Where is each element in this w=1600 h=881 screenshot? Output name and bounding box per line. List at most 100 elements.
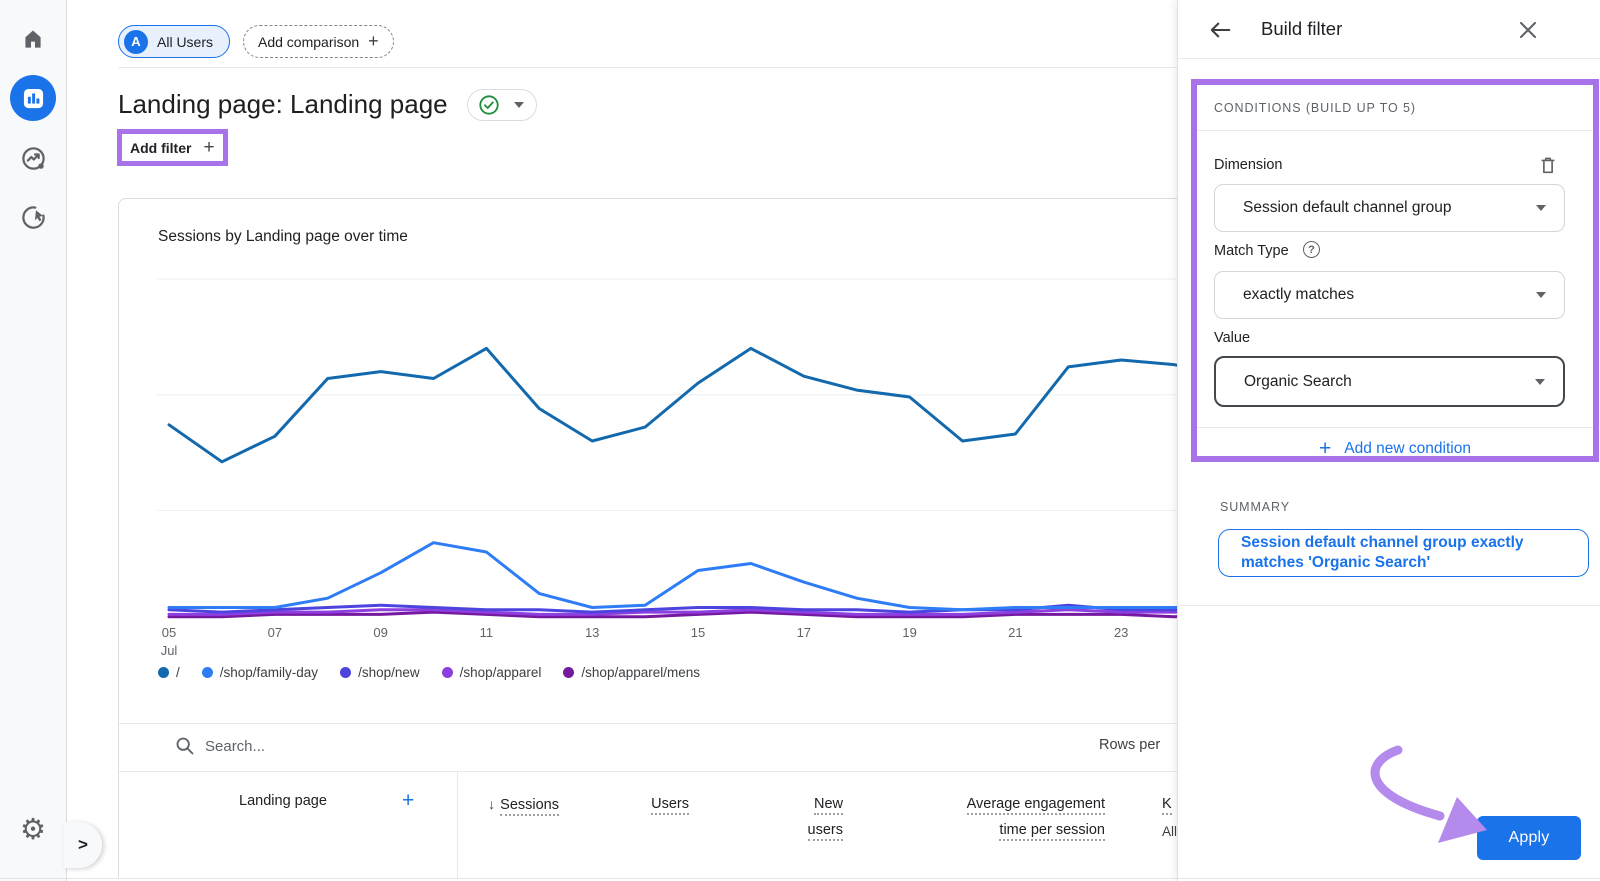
nav-admin[interactable]: ⚙ — [17, 814, 49, 846]
chevron-down-icon — [1535, 379, 1545, 385]
legend-label: / — [176, 665, 180, 680]
chart-title: Sessions by Landing page over time — [158, 228, 408, 246]
svg-text:11: 11 — [480, 625, 494, 640]
panel-title: Build filter — [1261, 18, 1342, 40]
divider — [1197, 427, 1593, 428]
green-check-icon — [478, 94, 500, 116]
chevron-down-icon — [1536, 292, 1546, 298]
dimension-select[interactable]: Session default channel group — [1214, 184, 1565, 232]
legend-label: /shop/apparel — [460, 665, 542, 680]
column-header-landing-page[interactable]: Landing page — [159, 793, 407, 809]
add-filter-highlight-box: Add filter + — [117, 129, 228, 166]
dimension-select-value: Session default channel group — [1243, 199, 1452, 217]
bar-chart-icon — [20, 85, 47, 112]
plus-icon: + — [1319, 437, 1331, 461]
divider — [119, 723, 1177, 724]
svg-text:15: 15 — [691, 625, 705, 640]
nav-home[interactable] — [19, 25, 47, 53]
close-button[interactable] — [1514, 16, 1542, 44]
legend-item: / — [158, 665, 180, 680]
apply-button[interactable]: Apply — [1477, 816, 1581, 860]
chevron-down-icon — [514, 102, 524, 108]
back-button[interactable] — [1206, 16, 1234, 44]
value-select[interactable]: Organic Search — [1214, 356, 1565, 407]
legend-dot — [442, 667, 453, 678]
report-main: A All Users Add comparison + Landing pag… — [67, 0, 1177, 881]
svg-text:21: 21 — [1008, 625, 1022, 640]
legend-item: /shop/apparel/mens — [563, 665, 700, 680]
add-comparison-button[interactable]: Add comparison + — [243, 25, 394, 58]
column-header-avg-engagement-time[interactable]: Average engagementtime per session — [843, 771, 1105, 843]
svg-text:23: 23 — [1114, 625, 1128, 640]
divider — [1178, 878, 1600, 879]
conditions-title: CONDITIONS (BUILD UP TO 5) — [1214, 101, 1416, 115]
left-nav: ⚙ — [0, 0, 67, 881]
chevron-down-icon — [1536, 205, 1546, 211]
summary-title: SUMMARY — [1220, 500, 1290, 514]
audience-chip-all-users[interactable]: A All Users — [118, 25, 230, 58]
add-comparison-label: Add comparison — [258, 34, 359, 50]
build-filter-panel: Build filter CONDITIONS (BUILD UP TO 5) … — [1177, 0, 1600, 881]
column-subfilter[interactable]: All — [1162, 819, 1177, 845]
metric-headers: ↓SessionsUsersNewusersAverage engagement… — [458, 771, 1177, 845]
sessions-chart-svg: 05Jul070911131517192123 — [119, 199, 1177, 669]
home-icon — [20, 26, 46, 52]
svg-text:19: 19 — [902, 625, 916, 640]
value-label: Value — [1214, 330, 1250, 346]
audience-badge: A — [124, 30, 148, 54]
divider — [1178, 58, 1600, 59]
legend-dot — [158, 667, 169, 678]
advertising-icon — [20, 145, 47, 172]
match-type-select[interactable]: exactly matches — [1214, 271, 1565, 319]
app-window: ⚙ > A All Users Add comparison + Landing… — [0, 0, 1600, 881]
legend-dot — [202, 667, 213, 678]
audience-chip-label: All Users — [157, 34, 213, 50]
nav-reports-active[interactable] — [10, 75, 56, 121]
svg-text:05: 05 — [162, 625, 176, 640]
legend-item: /shop/apparel — [442, 665, 542, 680]
legend-item: /shop/new — [340, 665, 420, 680]
search-icon — [174, 735, 196, 757]
add-new-condition-label: Add new condition — [1344, 440, 1471, 458]
rows-per-page-label[interactable]: Rows per — [1099, 737, 1160, 753]
svg-text:07: 07 — [268, 625, 282, 640]
legend-label: /shop/apparel/mens — [581, 665, 700, 680]
trash-icon — [1537, 154, 1559, 176]
plus-icon: + — [368, 31, 379, 52]
column-header-users[interactable]: Users — [559, 771, 689, 817]
add-filter-button[interactable]: Add filter + — [130, 136, 215, 159]
match-type-label: Match Type — [1214, 243, 1289, 259]
report-validity-dropdown[interactable] — [467, 89, 537, 121]
summary-text: Session default channel group exactly ma… — [1241, 533, 1568, 573]
report-card: 05Jul070911131517192123 Sessions by Land… — [118, 198, 1177, 879]
legend-item: /shop/family-day — [202, 665, 318, 680]
value-select-value: Organic Search — [1244, 373, 1352, 391]
topbar-divider — [118, 67, 1177, 68]
legend-label: /shop/new — [358, 665, 420, 680]
divider — [1197, 130, 1593, 131]
explore-icon — [20, 204, 47, 231]
add-filter-label: Add filter — [130, 140, 191, 156]
add-column-button[interactable]: + — [402, 789, 414, 813]
svg-text:09: 09 — [373, 625, 387, 640]
nav-advertising[interactable] — [19, 144, 47, 172]
legend-dot — [563, 667, 574, 678]
column-header-key-events[interactable]: KAll — [1105, 771, 1177, 845]
help-icon[interactable]: ? — [1303, 241, 1320, 258]
dimension-label: Dimension — [1214, 157, 1283, 173]
close-icon — [1514, 16, 1542, 44]
chevron-right-icon: > — [78, 835, 88, 855]
svg-text:Jul: Jul — [161, 643, 178, 658]
svg-text:17: 17 — [797, 625, 811, 640]
add-new-condition-button[interactable]: + Add new condition — [1197, 437, 1593, 461]
arrow-left-icon — [1206, 16, 1234, 44]
delete-condition-button[interactable] — [1537, 154, 1559, 176]
gear-icon: ⚙ — [20, 816, 46, 845]
column-header-new-users[interactable]: Newusers — [689, 771, 843, 843]
conditions-highlight-box: CONDITIONS (BUILD UP TO 5) Dimension Ses… — [1191, 79, 1599, 462]
page-title: Landing page: Landing page — [118, 89, 448, 120]
search-input[interactable] — [205, 732, 625, 760]
divider — [1178, 605, 1600, 606]
column-header-sessions[interactable]: ↓Sessions — [458, 771, 559, 818]
nav-explore[interactable] — [19, 203, 47, 231]
